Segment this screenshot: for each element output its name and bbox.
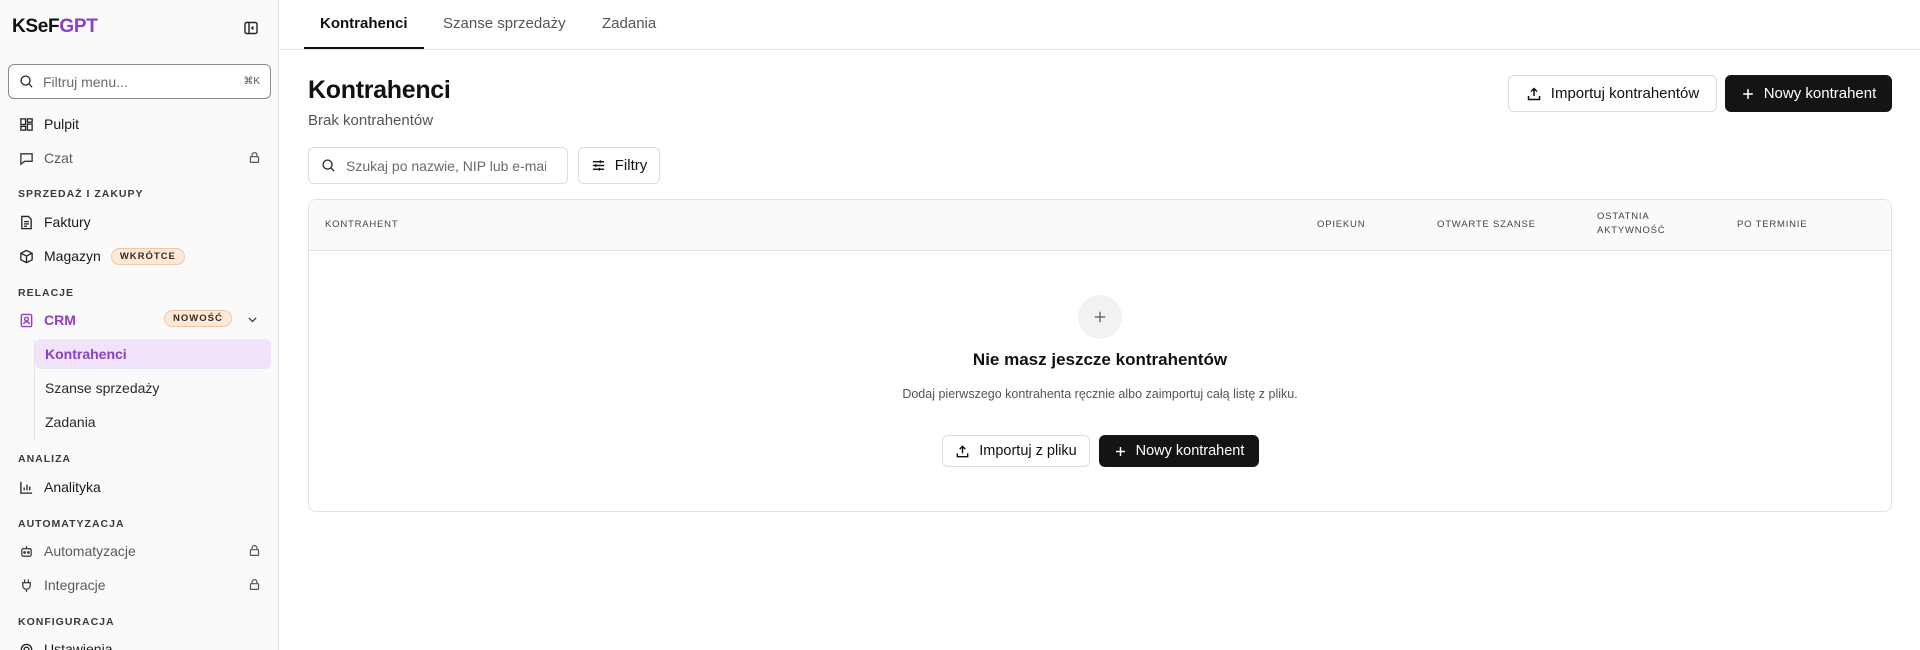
sidebar-item-czat[interactable]: Czat xyxy=(8,143,271,173)
tab-kontrahenci[interactable]: Kontrahenci xyxy=(320,15,408,32)
sidebar-item-magazyn[interactable]: Magazyn WKRÓTCE xyxy=(8,241,271,271)
tab-zadania[interactable]: Zadania xyxy=(602,15,656,32)
active-tab-indicator xyxy=(304,47,424,49)
chat-icon xyxy=(18,150,34,166)
page-subtitle: Brak kontrahentów xyxy=(308,112,434,129)
robot-icon xyxy=(18,543,34,559)
shortcut-hint: ⌘K xyxy=(243,76,260,87)
menu-filter-input[interactable] xyxy=(43,73,244,90)
top-tabs: Kontrahenci Szanse sprzedaży Zadania xyxy=(280,0,1920,50)
tab-szanse-sprzedazy[interactable]: Szanse sprzedaży xyxy=(443,15,566,32)
column-header-kontrahent[interactable]: KONTRAHENT xyxy=(325,218,398,232)
dashboard-icon xyxy=(18,116,34,132)
sidebar-item-analityka[interactable]: Analityka xyxy=(8,472,271,502)
empty-new-contractor-label: Nowy kontrahent xyxy=(1135,443,1245,459)
table-header: KONTRAHENT OPIEKUN OTWARTE SZANSE OSTATN… xyxy=(309,200,1891,251)
box-icon xyxy=(18,248,34,264)
sidebar-item-label: Integracje xyxy=(44,577,106,593)
plus-icon xyxy=(1114,445,1127,458)
import-contractors-label: Importuj kontrahentów xyxy=(1550,85,1700,102)
bar-chart-icon xyxy=(18,479,34,495)
sidebar-item-pulpit[interactable]: Pulpit xyxy=(8,109,271,139)
sidebar-item-label: Automatyzacje xyxy=(44,543,136,559)
column-header-ostatnia-aktywnosc[interactable]: OSTATNIA AKTYWNOŚĆ xyxy=(1597,210,1687,238)
logo-main-text: KSeF xyxy=(12,16,60,37)
section-label-sprzedaz: SPRZEDAŻ I ZAKUPY xyxy=(18,188,144,200)
app-logo[interactable]: KSeFGPT xyxy=(12,16,98,38)
upload-icon xyxy=(955,444,970,459)
sidebar-collapse-icon[interactable] xyxy=(240,17,262,39)
search-icon xyxy=(20,75,33,88)
new-contractor-label: Nowy kontrahent xyxy=(1763,85,1877,102)
sidebar-item-label: Faktury xyxy=(44,214,91,230)
chevron-down-icon[interactable] xyxy=(246,313,259,329)
page-title: Kontrahenci xyxy=(308,76,451,104)
sidebar-item-zadania[interactable]: Zadania xyxy=(35,407,271,437)
contractors-table: KONTRAHENT OPIEKUN OTWARTE SZANSE OSTATN… xyxy=(308,199,1892,512)
sidebar-item-crm[interactable]: CRM NOWOŚĆ xyxy=(8,305,271,335)
sidebar-item-label: Pulpit xyxy=(44,116,80,132)
sidebar-item-label: Magazyn xyxy=(44,248,101,264)
column-header-opiekun[interactable]: OPIEKUN xyxy=(1317,218,1365,232)
search-icon xyxy=(322,159,335,172)
contractor-search-field[interactable] xyxy=(308,147,568,184)
empty-state-icon xyxy=(1078,295,1122,339)
sidebar-item-label: Analityka xyxy=(44,479,101,495)
import-from-file-button[interactable]: Importuj z pliku xyxy=(942,435,1090,467)
gear-icon xyxy=(18,641,34,650)
plus-icon xyxy=(1741,87,1755,101)
sidebar: KSeFGPT ⌘K Pulpit Czat SPRZEDAŻ I ZAKUPY… xyxy=(0,0,279,650)
sidebar-item-label: Ustawienia xyxy=(44,641,113,650)
lock-icon xyxy=(248,544,261,560)
empty-state-title: Nie masz jeszcze kontrahentów xyxy=(972,350,1228,369)
section-label-relacje: RELACJE xyxy=(18,287,75,299)
sidebar-item-faktury[interactable]: Faktury xyxy=(8,207,271,237)
empty-state-description: Dodaj pierwszego kontrahenta ręcznie alb… xyxy=(902,387,1298,401)
column-header-po-terminie[interactable]: PO TERMINIE xyxy=(1737,218,1807,232)
import-from-file-label: Importuj z pliku xyxy=(979,443,1077,459)
coming-soon-badge: WKRÓTCE xyxy=(110,247,185,265)
sidebar-item-automatyzacje[interactable]: Automatyzacje xyxy=(8,536,271,566)
filters-button[interactable]: Filtry xyxy=(578,147,660,184)
sidebar-item-label: CRM xyxy=(44,312,76,328)
lock-icon xyxy=(248,151,261,167)
sidebar-item-integracje[interactable]: Integracje xyxy=(8,570,271,600)
menu-filter-field[interactable]: ⌘K xyxy=(8,64,271,99)
plug-icon xyxy=(18,577,34,593)
section-label-konfiguracja: KONFIGURACJA xyxy=(18,616,115,628)
sidebar-item-ustawienia[interactable]: Ustawienia xyxy=(8,634,271,650)
sidebar-item-szanse[interactable]: Szanse sprzedaży xyxy=(35,373,271,403)
new-badge: NOWOŚĆ xyxy=(164,310,232,327)
plus-icon xyxy=(1094,311,1106,323)
upload-icon xyxy=(1526,86,1542,102)
import-contractors-button[interactable]: Importuj kontrahentów xyxy=(1508,75,1717,112)
sidebar-item-kontrahenci[interactable]: Kontrahenci xyxy=(35,339,271,369)
section-label-automatyzacja: AUTOMATYZACJA xyxy=(18,518,125,530)
logo-accent-text: GPT xyxy=(59,16,98,37)
empty-new-contractor-button[interactable]: Nowy kontrahent xyxy=(1099,435,1259,467)
column-header-otwarte-szanse[interactable]: OTWARTE SZANSE xyxy=(1437,218,1536,232)
contact-book-icon xyxy=(18,312,34,328)
section-label-analiza: ANALIZA xyxy=(18,453,72,465)
sidebar-item-label: Czat xyxy=(44,150,73,166)
sliders-icon xyxy=(591,158,606,173)
contractor-search-input[interactable] xyxy=(346,157,546,174)
invoice-icon xyxy=(18,214,34,230)
filters-label: Filtry xyxy=(614,157,648,174)
new-contractor-button[interactable]: Nowy kontrahent xyxy=(1725,75,1892,112)
lock-icon xyxy=(248,578,261,594)
